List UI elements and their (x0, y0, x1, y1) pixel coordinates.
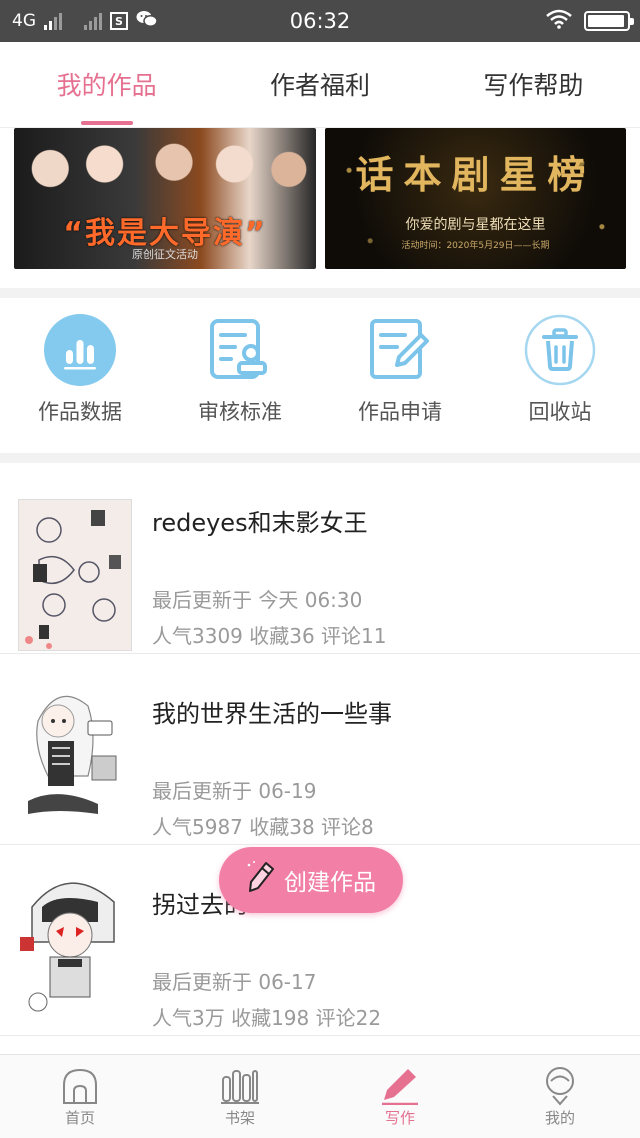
work-cover-image (18, 499, 132, 651)
list-item[interactable]: redeyes和末影女王 最后更新于 今天 06:30 人气3309 收藏36 … (0, 463, 640, 654)
review-standard-icon (204, 314, 276, 386)
status-bar: 4G S 06:32 (0, 0, 640, 42)
trash-icon (524, 314, 596, 386)
banner-director-contest[interactable]: “我是大导演” 原创征文活动 (14, 128, 316, 269)
banner-title: 话本剧星榜 (355, 152, 596, 197)
battery-icon (584, 11, 634, 31)
pen-icon (320, 1065, 480, 1107)
work-cover-image (18, 676, 132, 828)
action-work-data[interactable]: 作品数据 (0, 298, 160, 453)
work-updated: 最后更新于 06-17 (152, 970, 317, 994)
work-stats: 人气3万 收藏198 评论22 (152, 1006, 382, 1030)
nav-label: 写作 (384, 1109, 415, 1127)
work-updated: 最后更新于 06-19 (152, 779, 317, 803)
nav-bookshelf[interactable]: 书架 (160, 1055, 320, 1138)
action-review-standard[interactable]: 审核标准 (160, 298, 320, 453)
clock: 06:32 (289, 9, 351, 33)
work-title: 我的世界生活的一些事 (152, 700, 392, 728)
bottom-nav: 首页 书架 写作 我的 (0, 1054, 640, 1138)
work-stats: 人气3309 收藏36 评论11 (152, 624, 387, 648)
nav-label: 首页 (64, 1109, 95, 1127)
section-divider (0, 288, 640, 298)
action-label: 作品数据 (38, 400, 122, 424)
action-label: 回收站 (528, 400, 592, 424)
create-work-button[interactable]: 创建作品 (219, 847, 403, 913)
quick-actions: 作品数据 审核标准 作品申请 回收站 (0, 298, 640, 453)
banner-subtitle: 原创征文活动 (132, 248, 198, 261)
action-label: 作品申请 (358, 400, 442, 424)
nav-home[interactable]: 首页 (0, 1055, 160, 1138)
tab-author-benefits[interactable]: 作者福利 (213, 42, 426, 127)
work-updated: 最后更新于 今天 06:30 (152, 588, 363, 612)
action-label: 审核标准 (198, 400, 282, 424)
tab-writing-help[interactable]: 写作帮助 (427, 42, 640, 127)
status-right (546, 0, 634, 42)
profile-icon (480, 1065, 640, 1107)
nav-label: 书架 (224, 1109, 255, 1127)
pencil-icon (246, 860, 276, 900)
wifi-icon (546, 9, 572, 33)
action-work-application[interactable]: 作品申请 (320, 298, 480, 453)
create-work-label: 创建作品 (284, 870, 376, 896)
work-cover-image (18, 867, 132, 1019)
work-stats: 人气5987 收藏38 评论8 (152, 815, 374, 839)
tab-my-works[interactable]: 我的作品 (0, 42, 213, 127)
list-item[interactable]: 我的世界生活的一些事 最后更新于 06-19 人气5987 收藏38 评论8 (0, 654, 640, 845)
edit-document-icon (364, 314, 436, 386)
bar-chart-icon (44, 314, 116, 386)
works-list: redeyes和末影女王 最后更新于 今天 06:30 人气3309 收藏36 … (0, 463, 640, 1036)
section-divider (0, 453, 640, 463)
work-title: redeyes和末影女王 (152, 509, 368, 537)
nav-label: 我的 (544, 1109, 575, 1127)
banner-star-ranking[interactable]: 话本剧星榜 你爱的剧与星都在这里 活动时间：2020年5月29日——长期 (325, 128, 626, 269)
action-recycle-bin[interactable]: 回收站 (480, 298, 640, 453)
nav-profile[interactable]: 我的 (480, 1055, 640, 1138)
banner-image (14, 128, 316, 218)
bookshelf-icon (160, 1065, 320, 1107)
home-icon (0, 1065, 160, 1107)
banner-subtitle: 你爱的剧与星都在这里 (405, 217, 546, 233)
top-tabs: 我的作品 作者福利 写作帮助 (0, 42, 640, 128)
banner-date: 活动时间：2020年5月29日——长期 (401, 241, 550, 251)
nav-write[interactable]: 写作 (320, 1055, 480, 1138)
banner-carousel: “我是大导演” 原创征文活动 话本剧星榜 你爱的剧与星都在这里 活动时间：202… (0, 128, 640, 288)
